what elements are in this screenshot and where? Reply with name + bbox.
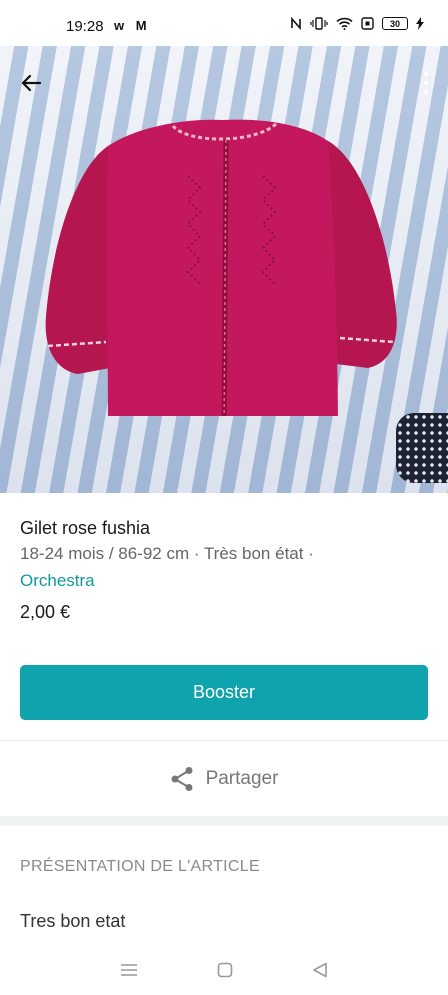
more-vertical-icon [424, 72, 428, 76]
arrow-left-icon [21, 74, 42, 92]
section-heading: PRÉSENTATION DE L'ARTICLE [20, 858, 260, 875]
fabric-detail [396, 413, 448, 483]
status-time: 19:28 [66, 18, 104, 35]
more-options-button[interactable] [418, 66, 434, 100]
nfc-icon [291, 17, 301, 30]
screen-record-icon [361, 17, 374, 30]
menu-icon[interactable] [120, 963, 138, 977]
item-price: 2,00 € [20, 602, 71, 622]
item-description: Tres bon etat [20, 911, 126, 931]
status-bar: 19:28 w M 30 [0, 0, 448, 46]
share-label: Partager [205, 768, 279, 789]
divider [0, 740, 448, 741]
vibrate-icon [310, 17, 328, 30]
notification-icons: w M [114, 18, 151, 33]
cardigan-image [45, 119, 397, 416]
item-meta: 18-24 mois / 86-92 cm · Très bon état · [20, 544, 314, 563]
wifi-icon [336, 17, 353, 30]
share-button[interactable]: Partager [0, 742, 448, 816]
product-photo[interactable] [0, 46, 448, 493]
system-nav-bar [0, 945, 448, 995]
charging-icon [416, 17, 424, 30]
status-right-icons: 30 [290, 17, 424, 30]
battery-icon: 30 [382, 17, 408, 30]
back-triangle-icon[interactable] [312, 962, 328, 978]
share-icon [171, 767, 193, 791]
back-button[interactable] [14, 66, 48, 100]
item-title: Gilet rose fushia [20, 518, 151, 538]
home-icon[interactable] [217, 962, 233, 978]
brand-link[interactable]: Orchestra [20, 571, 95, 591]
boost-button[interactable]: Booster [20, 665, 428, 720]
section-separator [0, 816, 448, 826]
